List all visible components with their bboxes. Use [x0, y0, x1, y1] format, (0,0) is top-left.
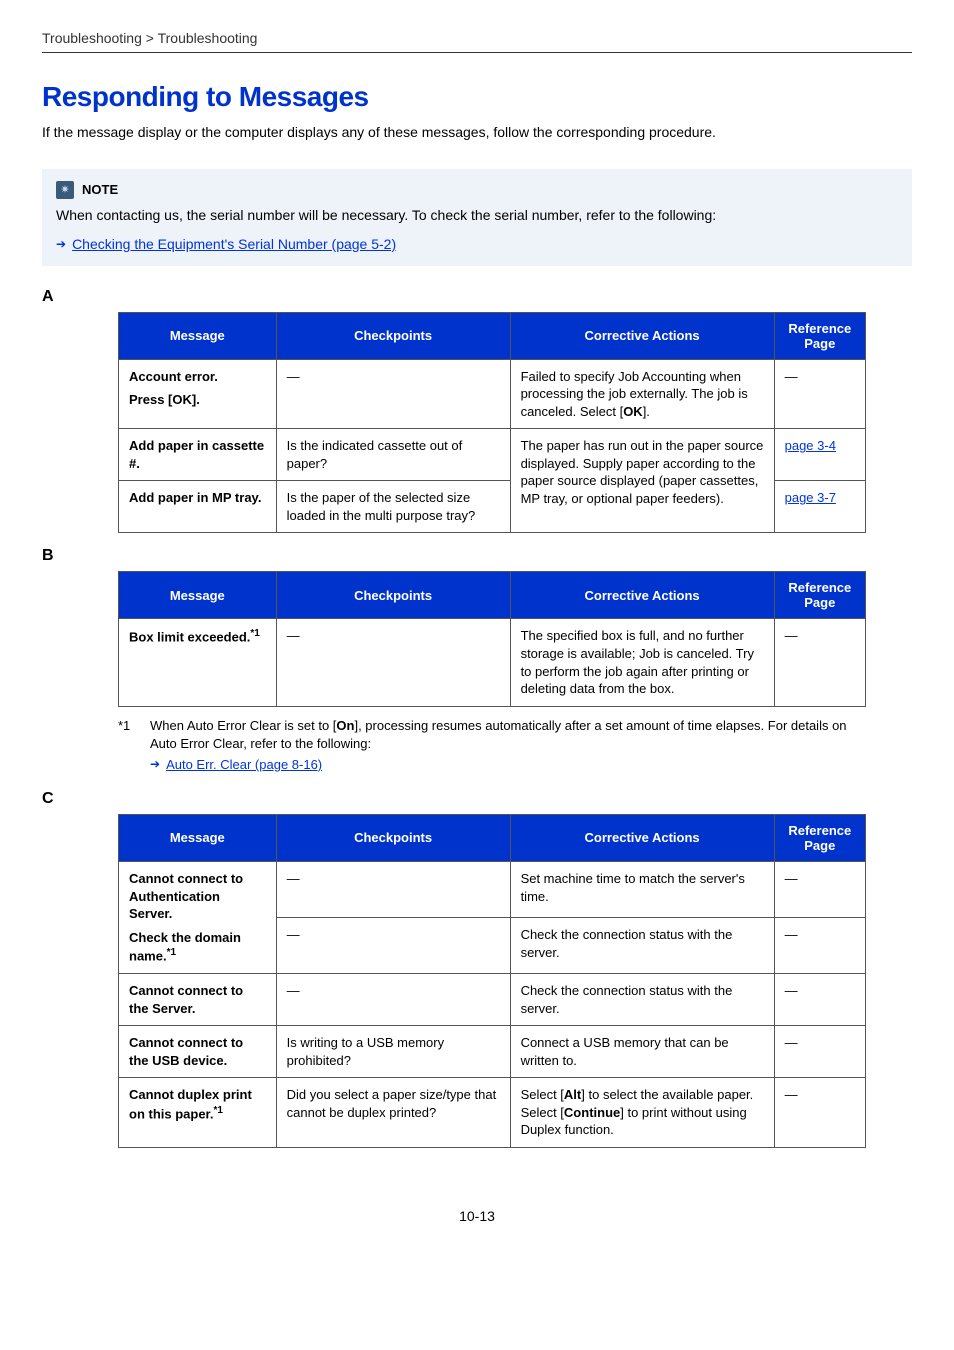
table-row: Cannot connect to Authentication Server.…	[119, 861, 866, 917]
note-box: ✷ NOTE When contacting us, the serial nu…	[42, 169, 912, 266]
th-message: Message	[119, 312, 277, 359]
act-text: The specified box is full, and no furthe…	[510, 619, 774, 706]
chk-text: —	[276, 974, 510, 1026]
msg-text: Cannot connect to the USB device.	[119, 1026, 277, 1078]
chk-text: Did you select a paper size/type that ca…	[276, 1078, 510, 1148]
act-text: Connect a USB memory that can be written…	[510, 1026, 774, 1078]
chk-text: —	[276, 918, 510, 974]
ref-text: —	[774, 359, 865, 429]
ref-text: —	[774, 974, 865, 1026]
table-c: Message Checkpoints Corrective Actions R…	[118, 814, 866, 1148]
footnote-mark: *1	[118, 717, 140, 753]
arrow-icon: ➔	[150, 757, 160, 771]
th-checkpoints: Checkpoints	[276, 572, 510, 619]
note-icon: ✷	[56, 181, 74, 199]
msg-text: Add paper in MP tray.	[119, 481, 277, 533]
th-actions: Corrective Actions	[510, 572, 774, 619]
ref-text: —	[774, 619, 865, 706]
ref-link[interactable]: page 3-4	[785, 438, 836, 453]
page-number: 10-13	[42, 1208, 912, 1224]
th-message: Message	[119, 814, 277, 861]
msg-text: Cannot connect to the Server.	[119, 974, 277, 1026]
table-row: Box limit exceeded.*1 — The specified bo…	[119, 619, 866, 706]
msg-text: Add paper in cassette #.	[119, 429, 277, 481]
table-a: Message Checkpoints Corrective Actions R…	[118, 312, 866, 534]
table-row: Add paper in cassette #. Is the indicate…	[119, 429, 866, 481]
arrow-icon: ➔	[56, 237, 66, 251]
section-b-heading: B	[42, 547, 912, 565]
act-text: Check the connection status with the ser…	[510, 918, 774, 974]
chk-text: Is writing to a USB memory prohibited?	[276, 1026, 510, 1078]
th-message: Message	[119, 572, 277, 619]
msg-text: Cannot connect to Authentication Server.	[129, 870, 266, 923]
table-row: Account error. Press [OK]. — Failed to s…	[119, 359, 866, 429]
note-link[interactable]: Checking the Equipment's Serial Number (…	[72, 236, 396, 252]
table-row: Cannot duplex print on this paper.*1 Did…	[119, 1078, 866, 1148]
footnote-body: When Auto Error Clear is set to [On], pr…	[150, 717, 866, 753]
ref-link[interactable]: page 3-7	[785, 490, 836, 505]
chk-text: Is the paper of the selected size loaded…	[276, 481, 510, 533]
footnote: *1 When Auto Error Clear is set to [On],…	[118, 717, 866, 753]
table-b: Message Checkpoints Corrective Actions R…	[118, 571, 866, 706]
th-checkpoints: Checkpoints	[276, 814, 510, 861]
chk-text: —	[276, 359, 510, 429]
msg-text: Check the domain name.*1	[129, 929, 266, 965]
chk-text: —	[276, 861, 510, 917]
act-text: Set machine time to match the server's t…	[510, 861, 774, 917]
th-actions: Corrective Actions	[510, 814, 774, 861]
footnote-link[interactable]: Auto Err. Clear (page 8-16)	[166, 757, 322, 772]
msg-text: Cannot duplex print on this paper.*1	[119, 1078, 277, 1148]
act-text: Failed to specify Job Accounting when pr…	[510, 359, 774, 429]
ref-text: —	[774, 1078, 865, 1148]
ref-text: —	[774, 918, 865, 974]
act-text: Check the connection status with the ser…	[510, 974, 774, 1026]
msg-text: Account error.	[129, 368, 266, 386]
chk-text: —	[276, 619, 510, 706]
msg-text: Box limit exceeded.*1	[119, 619, 277, 706]
table-row: Cannot connect to the USB device. Is wri…	[119, 1026, 866, 1078]
msg-text: Press [OK].	[129, 391, 266, 409]
intro-text: If the message display or the computer d…	[42, 123, 912, 143]
section-a-heading: A	[42, 288, 912, 306]
note-label: NOTE	[82, 182, 118, 197]
note-body: When contacting us, the serial number wi…	[56, 205, 898, 226]
page-title: Responding to Messages	[42, 81, 912, 113]
section-c-heading: C	[42, 790, 912, 808]
th-reference: Reference Page	[774, 572, 865, 619]
th-reference: Reference Page	[774, 312, 865, 359]
ref-text: —	[774, 861, 865, 917]
table-row: Cannot connect to the Server. — Check th…	[119, 974, 866, 1026]
ref-text: —	[774, 1026, 865, 1078]
th-actions: Corrective Actions	[510, 312, 774, 359]
chk-text: Is the indicated cassette out of paper?	[276, 429, 510, 481]
th-checkpoints: Checkpoints	[276, 312, 510, 359]
act-text: Select [Alt] to select the available pap…	[510, 1078, 774, 1148]
th-reference: Reference Page	[774, 814, 865, 861]
act-text: The paper has run out in the paper sourc…	[510, 429, 774, 533]
breadcrumb: Troubleshooting > Troubleshooting	[42, 30, 912, 53]
